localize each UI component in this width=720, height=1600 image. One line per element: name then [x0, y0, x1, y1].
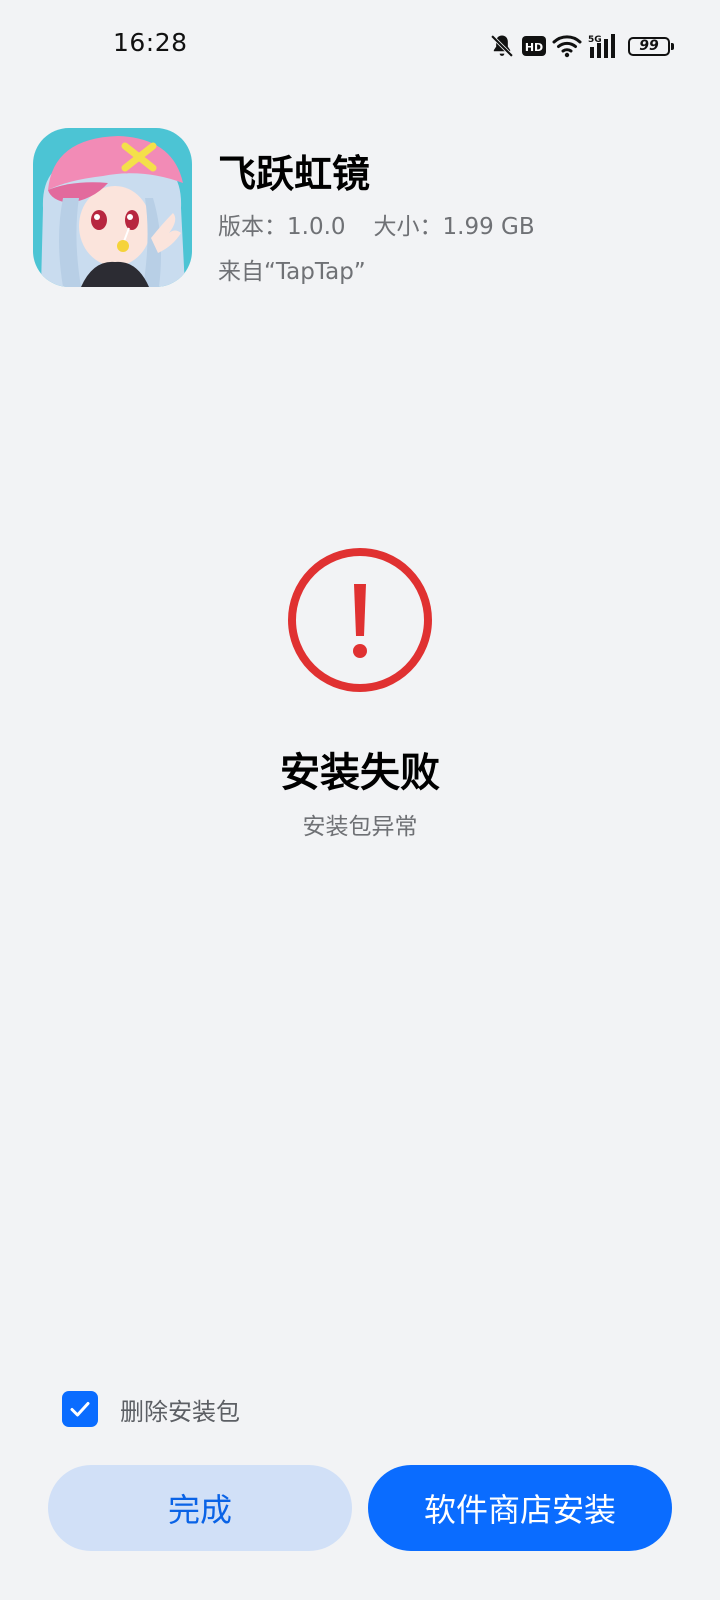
check-icon [70, 1402, 90, 1417]
result-title: 安装失败 [280, 750, 440, 796]
bell-off-icon [488, 32, 516, 60]
delete-package-option[interactable]: 删除安装包 [62, 1391, 240, 1427]
app-icon [33, 128, 192, 287]
app-size: 大小：1.99 GB [373, 214, 535, 240]
hd-icon: HD [522, 36, 546, 56]
app-version: 版本：1.0.0 [218, 214, 346, 240]
status-bar: 16:28 HD 5G 99 [0, 0, 720, 90]
battery-icon: 99 [628, 36, 674, 56]
delete-package-checkbox[interactable] [62, 1391, 98, 1427]
wifi-icon [552, 34, 582, 58]
error-exclamation-icon [286, 546, 434, 694]
status-time: 16:28 [113, 28, 188, 57]
result-subtitle: 安装包异常 [302, 814, 418, 840]
done-button[interactable]: 完成 [48, 1465, 352, 1551]
app-meta: 版本：1.0.0 大小：1.99 GB [218, 207, 535, 241]
delete-package-label: 删除安装包 [120, 1397, 240, 1426]
5g-signal-icon: 5G [588, 33, 620, 59]
store-install-button[interactable]: 软件商店安装 [368, 1465, 672, 1551]
svg-text:HD: HD [525, 41, 543, 54]
app-name: 飞跃虹镜 [218, 152, 371, 196]
app-source: 来自“TapTap” [218, 259, 366, 285]
status-icons: HD 5G 99 [488, 30, 674, 62]
